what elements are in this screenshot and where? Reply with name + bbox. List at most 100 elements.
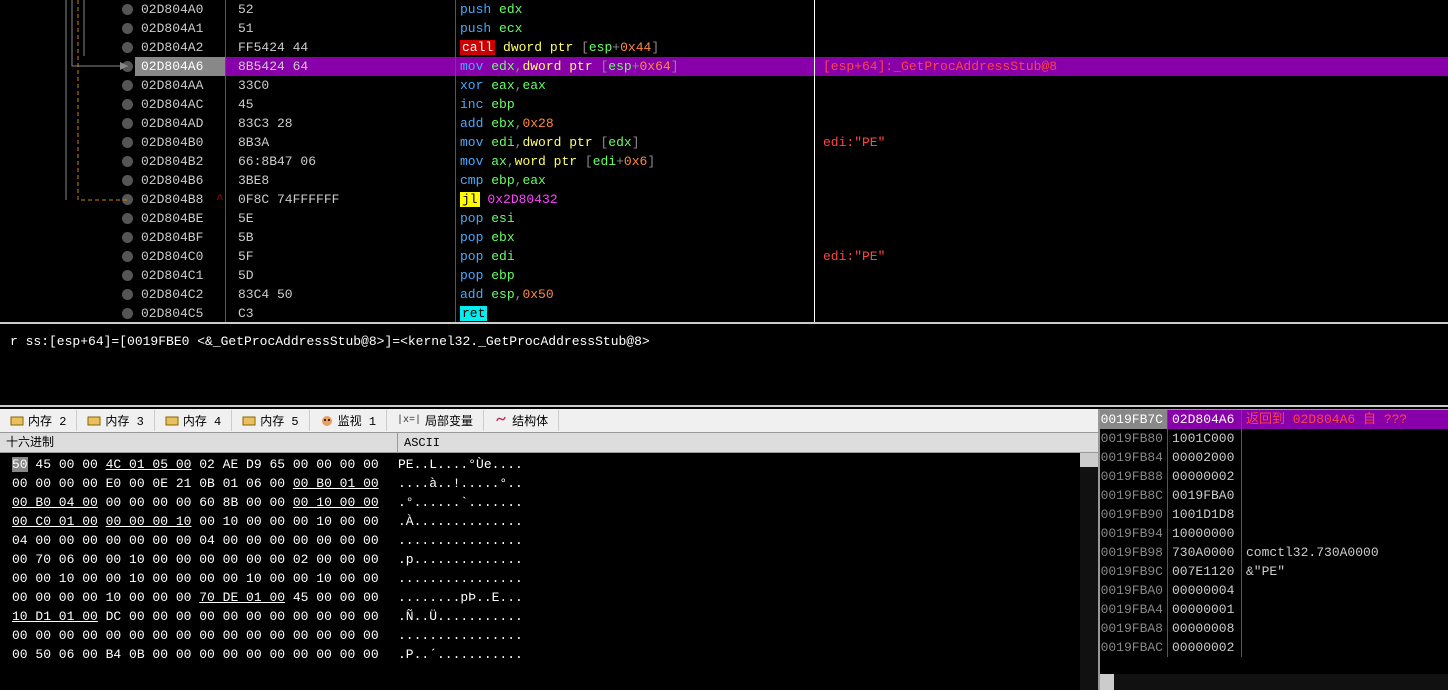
disasm-row[interactable]: 02D804AC45inc ebp — [0, 95, 814, 114]
dump-row[interactable]: 00 70 06 00 00 10 00 00 00 00 00 00 02 0… — [12, 550, 1098, 569]
bytes: 5F — [225, 247, 455, 266]
disasm-row[interactable]: 02D804AD83C3 28add ebx,0x28 — [0, 114, 814, 133]
tab-6[interactable]: 结构体 — [484, 410, 559, 431]
breakpoint-dot[interactable] — [122, 213, 133, 224]
stack-row[interactable]: 0019FB9C007E1120&"PE" — [1100, 562, 1448, 581]
address: 02D804A1 — [135, 19, 225, 38]
breakpoint-dot[interactable] — [122, 99, 133, 110]
disasm-row[interactable]: 02D804BF5Bpop ebx — [0, 228, 814, 247]
memory-dump-panel[interactable]: 内存 2内存 3内存 4内存 5监视 1|x=|局部变量结构体 十六进制 ASC… — [0, 409, 1100, 690]
comment — [815, 304, 1448, 323]
bytes: 8B3A — [225, 133, 455, 152]
instruction: pop ebx — [455, 228, 814, 247]
instruction: push edx — [455, 0, 814, 19]
breakpoint-dot[interactable] — [122, 23, 133, 34]
stack-row[interactable]: 0019FB9410000000 — [1100, 524, 1448, 543]
dump-row[interactable]: 00 00 00 00 E0 00 0E 21 0B 01 06 00 00 B… — [12, 474, 1098, 493]
breakpoint-dot[interactable] — [122, 80, 133, 91]
disasm-row[interactable]: 02D804C5C3ret — [0, 304, 814, 322]
instruction: call dword ptr [esp+0x44] — [455, 38, 814, 57]
dump-tabs[interactable]: 内存 2内存 3内存 4内存 5监视 1|x=|局部变量结构体 — [0, 409, 1098, 433]
stack-row[interactable]: 0019FB8C0019FBA0 — [1100, 486, 1448, 505]
bytes: 66:8B47 06 — [225, 152, 455, 171]
stack-row[interactable]: 0019FBA400000001 — [1100, 600, 1448, 619]
tab-1[interactable]: 内存 3 — [77, 410, 154, 431]
dump-row[interactable]: 10 D1 01 00 DC 00 00 00 00 00 00 00 00 0… — [12, 607, 1098, 626]
breakpoint-dot[interactable] — [122, 4, 133, 15]
bytes: 83C4 50 — [225, 285, 455, 304]
tab-0[interactable]: 内存 2 — [0, 410, 77, 431]
disasm-row[interactable]: 02D804A052push edx — [0, 0, 814, 19]
comment — [815, 38, 1448, 57]
stack-row[interactable]: 0019FB901001D1D8 — [1100, 505, 1448, 524]
bytes: 51 — [225, 19, 455, 38]
disasm-row[interactable]: 02D804B08B3Amov edi,dword ptr [edx] — [0, 133, 814, 152]
dump-row[interactable]: 00 00 00 00 10 00 00 00 70 DE 01 00 45 0… — [12, 588, 1098, 607]
stack-row[interactable]: 0019FB98730A0000comctl32.730A0000 — [1100, 543, 1448, 562]
instruction: mov edx,dword ptr [esp+0x64] — [455, 57, 814, 76]
dump-header: 十六进制 ASCII — [0, 433, 1098, 453]
disasm-row[interactable]: 02D804C283C4 50add esp,0x50 — [0, 285, 814, 304]
breakpoint-dot[interactable] — [122, 118, 133, 129]
instruction: mov ax,word ptr [edi+0x6] — [455, 152, 814, 171]
dump-scrollbar[interactable] — [1080, 453, 1098, 690]
address: 02D804A0 — [135, 0, 225, 19]
dump-row[interactable]: 00 B0 04 00 00 00 00 00 60 8B 00 00 00 1… — [12, 493, 1098, 512]
breakpoint-dot[interactable] — [122, 251, 133, 262]
stack-row[interactable]: 0019FB7C02D804A6返回到 02D804A6 自 ??? — [1100, 410, 1448, 429]
comment — [815, 209, 1448, 228]
disasm-row[interactable]: 02D804A68B5424 64mov edx,dword ptr [esp+… — [0, 57, 814, 76]
disasm-row[interactable]: 02D804B266:8B47 06mov ax,word ptr [edi+0… — [0, 152, 814, 171]
stack-panel[interactable]: 0019FB7C02D804A6返回到 02D804A6 自 ???0019FB… — [1100, 409, 1448, 690]
address: 02D804AC — [135, 95, 225, 114]
disasm-row[interactable]: 02D804AA33C0xor eax,eax — [0, 76, 814, 95]
dump-row[interactable]: 00 C0 01 00 00 00 00 10 00 10 00 00 00 1… — [12, 512, 1098, 531]
comment — [815, 171, 1448, 190]
disasm-row[interactable]: 02D804C15Dpop ebp — [0, 266, 814, 285]
bytes: 5D — [225, 266, 455, 285]
address: 02D804B6 — [135, 171, 225, 190]
breakpoint-dot[interactable] — [122, 137, 133, 148]
stack-scrollbar[interactable] — [1100, 674, 1448, 690]
tab-2[interactable]: 内存 4 — [155, 410, 232, 431]
tab-5[interactable]: |x=|局部变量 — [387, 410, 484, 431]
breakpoint-dot[interactable] — [122, 308, 133, 319]
dump-row[interactable]: 00 00 00 00 00 00 00 00 00 00 00 00 00 0… — [12, 626, 1098, 645]
instruction: add esp,0x50 — [455, 285, 814, 304]
stack-row[interactable]: 0019FBA000000004 — [1100, 581, 1448, 600]
bytes: ^0F8C 74FFFFFF — [225, 190, 455, 209]
breakpoint-dot[interactable] — [122, 232, 133, 243]
dump-row[interactable]: 00 00 10 00 00 10 00 00 00 00 10 00 00 1… — [12, 569, 1098, 588]
breakpoint-dot[interactable] — [122, 61, 133, 72]
bytes: 83C3 28 — [225, 114, 455, 133]
breakpoint-dot[interactable] — [122, 175, 133, 186]
disasm-row[interactable]: 02D804C05Fpop edi — [0, 247, 814, 266]
dump-row[interactable]: 04 00 00 00 00 00 00 00 04 00 00 00 00 0… — [12, 531, 1098, 550]
tab-4[interactable]: 监视 1 — [310, 410, 387, 431]
breakpoint-dot[interactable] — [122, 270, 133, 281]
instruction: cmp ebp,eax — [455, 171, 814, 190]
disasm-row[interactable]: 02D804A151push ecx — [0, 19, 814, 38]
stack-row[interactable]: 0019FB8800000002 — [1100, 467, 1448, 486]
dump-row[interactable]: 00 50 06 00 B4 0B 00 00 00 00 00 00 00 0… — [12, 645, 1098, 664]
disasm-row[interactable]: 02D804B8^0F8C 74FFFFFFjl 0x2D80432 — [0, 190, 814, 209]
dump-row[interactable]: 50 45 00 00 4C 01 05 00 02 AE D9 65 00 0… — [12, 455, 1098, 474]
breakpoint-dot[interactable] — [122, 42, 133, 53]
disasm-row[interactable]: 02D804B63BE8cmp ebp,eax — [0, 171, 814, 190]
bytes: 33C0 — [225, 76, 455, 95]
breakpoint-dot[interactable] — [122, 156, 133, 167]
address: 02D804BE — [135, 209, 225, 228]
bytes: FF5424 44 — [225, 38, 455, 57]
breakpoint-dot[interactable] — [122, 194, 133, 205]
dump-body[interactable]: 50 45 00 00 4C 01 05 00 02 AE D9 65 00 0… — [0, 453, 1098, 664]
disasm-row[interactable]: 02D804A2FF5424 44call dword ptr [esp+0x4… — [0, 38, 814, 57]
disassembly-panel[interactable]: 02D804A052push edx02D804A151push ecx02D8… — [0, 0, 1448, 322]
breakpoint-dot[interactable] — [122, 289, 133, 300]
disasm-row[interactable]: 02D804BE5Epop esi — [0, 209, 814, 228]
stack-row[interactable]: 0019FBA800000008 — [1100, 619, 1448, 638]
tab-3[interactable]: 内存 5 — [232, 410, 309, 431]
stack-row[interactable]: 0019FB801001C000 — [1100, 429, 1448, 448]
address: 02D804B0 — [135, 133, 225, 152]
stack-row[interactable]: 0019FBAC00000002 — [1100, 638, 1448, 657]
stack-row[interactable]: 0019FB8400002000 — [1100, 448, 1448, 467]
